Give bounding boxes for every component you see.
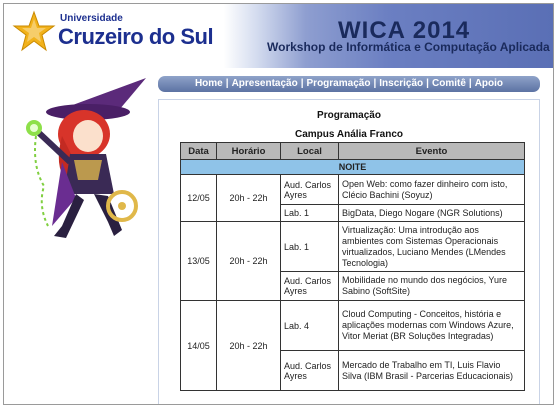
nav-apoio[interactable]: Apoio (475, 78, 503, 89)
date-cell: 12/05 (180, 174, 217, 222)
local-cell: Aud. Carlos Ayres (280, 174, 339, 205)
event-cell: Open Web: como fazer dinheiro com isto, … (338, 174, 525, 205)
nav-home[interactable]: Home (195, 78, 223, 89)
content-panel: Programação Campus Anália Franco Data Ho… (158, 99, 540, 404)
nav-apresentacao[interactable]: Apresentação (232, 78, 298, 89)
table-row: 12/05 20h - 22h Aud. Carlos Ayres Open W… (180, 174, 525, 222)
table-row: 13/05 20h - 22h Lab. 1 Virtualização: Um… (180, 221, 525, 301)
time-cell: 20h - 22h (216, 174, 281, 222)
nav-separator: | (300, 78, 304, 89)
schedule-table: Data Horário Local Evento NOITE 12/05 20… (180, 142, 525, 391)
column-header-data: Data (180, 142, 217, 160)
nav-inscricao[interactable]: Inscrição (379, 78, 423, 89)
date-cell: 13/05 (180, 221, 217, 301)
nav-separator: | (225, 78, 229, 89)
header-banner: Universidade Cruzeiro do Sul WICA 2014 W… (4, 4, 553, 68)
time-cell: 20h - 22h (216, 221, 281, 301)
section-noite: NOITE (180, 159, 525, 175)
local-cell: Aud. Carlos Ayres (280, 350, 339, 391)
event-cell: Virtualização: Uma introdução aos ambien… (338, 221, 525, 272)
column-header-local: Local (280, 142, 339, 160)
witch-mascot-icon (18, 76, 158, 256)
event-cell: Mercado de Trabalho em TI, Luis Flavio S… (338, 350, 525, 391)
page-frame: Universidade Cruzeiro do Sul WICA 2014 W… (3, 3, 554, 405)
nav-separator: | (426, 78, 429, 89)
column-header-horario: Horário (216, 142, 281, 160)
table-row: 14/05 20h - 22h Lab. 4 Cloud Computing -… (180, 300, 525, 391)
main-nav: Home | Apresentação | Programação | Inscrição |… (158, 76, 540, 92)
nav-programacao[interactable]: Programação (307, 78, 371, 89)
date-cell: 14/05 (180, 300, 217, 391)
section-row: NOITE (180, 159, 525, 175)
event-subtitle: Workshop de Informática e Computação Apl… (267, 40, 550, 54)
column-header-evento: Evento (338, 142, 525, 160)
event-cell: Cloud Computing - Conceitos, história e … (338, 300, 525, 351)
local-cell: Lab. 1 (280, 204, 339, 222)
table-header-row: Data Horário Local Evento (180, 142, 525, 160)
time-cell: 20h - 22h (216, 300, 281, 391)
event-cell: BigData, Diego Nogare (NGR Solutions) (338, 204, 525, 222)
local-cell: Aud. Carlos Ayres (280, 271, 339, 301)
event-cell: Mobilidade no mundo dos negócios, Yure S… (338, 271, 525, 301)
university-label-small: Universidade (60, 13, 123, 24)
university-name[interactable]: Cruzeiro do Sul (58, 24, 214, 50)
page-title: Programação (317, 110, 381, 121)
campus-title: Campus Anália Franco (295, 129, 403, 140)
local-cell: Lab. 4 (280, 300, 339, 351)
nav-comite[interactable]: Comitê (432, 78, 466, 89)
nav-separator: | (373, 78, 377, 89)
nav-separator: | (468, 78, 472, 89)
local-cell: Lab. 1 (280, 221, 339, 272)
star-logo-icon (12, 10, 56, 52)
